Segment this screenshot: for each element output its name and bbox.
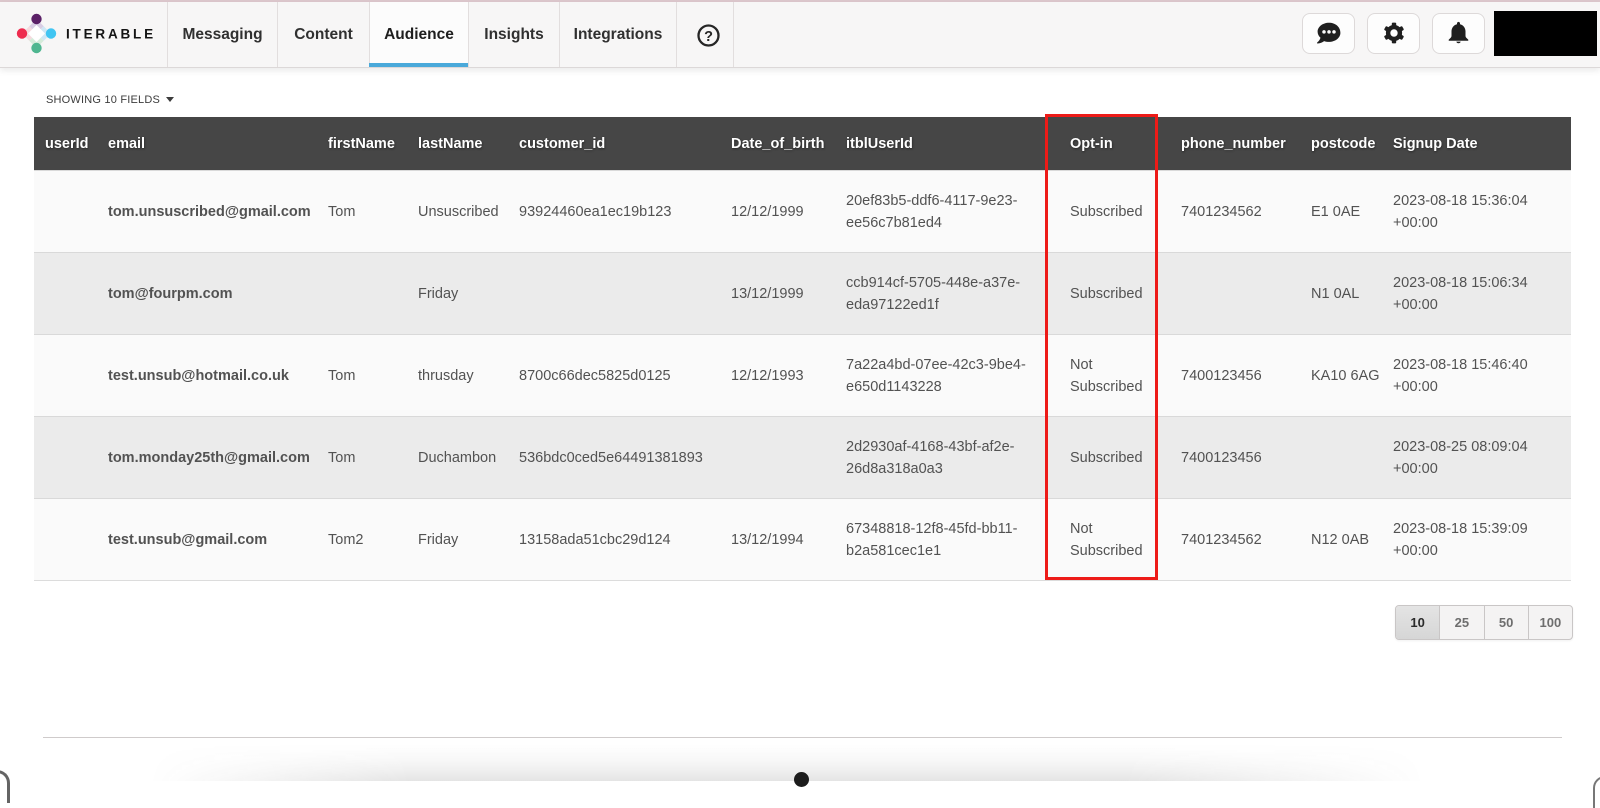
svg-text:?: ? xyxy=(704,29,713,45)
svg-text:ITERABLE: ITERABLE xyxy=(66,27,156,42)
